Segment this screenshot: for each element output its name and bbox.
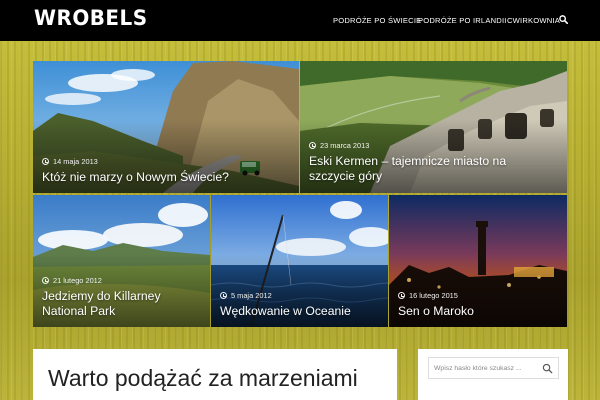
post-title-link[interactable]: Jedziemy do Killarney National Park <box>42 289 192 319</box>
nav-item-travel-ireland[interactable]: PODRÓŻE PO IRLANDII <box>418 16 507 25</box>
post-meta: 16 lutego 2015 Sen o Maroko <box>398 291 474 319</box>
search-input[interactable] <box>429 358 537 378</box>
post-title-link[interactable]: Któż nie marzy o Nowym Świecie? <box>42 170 229 185</box>
post-date: 14 maja 2013 <box>42 157 229 166</box>
clock-icon <box>398 292 405 299</box>
post-meta: 5 maja 2012 Wędkowanie w Oceanie <box>220 291 351 319</box>
clock-icon <box>42 277 49 284</box>
featured-post-tile[interactable]: 14 maja 2013 Któż nie marzy o Nowym Świe… <box>33 61 299 193</box>
main-content-card: Warto podążać za marzeniami <box>33 349 397 400</box>
page-title: Warto podążać za marzeniami <box>48 365 358 391</box>
featured-post-tile[interactable]: 23 marca 2013 Eski Kermen – tajemnicze m… <box>300 61 567 193</box>
post-date-text: 5 maja 2012 <box>231 291 272 300</box>
featured-post-tile[interactable]: 21 lutego 2012 Jedziemy do Killarney Nat… <box>33 195 210 327</box>
post-meta: 14 maja 2013 Któż nie marzy o Nowym Świe… <box>42 157 229 185</box>
post-title-link[interactable]: Sen o Maroko <box>398 304 474 319</box>
post-meta: 23 marca 2013 Eski Kermen – tajemnicze m… <box>309 141 529 184</box>
clock-icon <box>309 142 316 149</box>
post-date-text: 23 marca 2013 <box>320 141 370 150</box>
sidebar-widget <box>418 349 568 400</box>
clock-icon <box>220 292 227 299</box>
post-title-link[interactable]: Wędkowanie w Oceanie <box>220 304 351 319</box>
clock-icon <box>42 158 49 165</box>
site-logo[interactable]: WROBELS <box>34 6 148 30</box>
search-form <box>428 357 559 379</box>
post-date-text: 14 maja 2013 <box>53 157 98 166</box>
post-date: 5 maja 2012 <box>220 291 351 300</box>
search-icon[interactable] <box>559 15 568 24</box>
post-date-text: 16 lutego 2015 <box>409 291 458 300</box>
post-date: 16 lutego 2015 <box>398 291 474 300</box>
post-meta: 21 lutego 2012 Jedziemy do Killarney Nat… <box>42 276 192 319</box>
post-date: 21 lutego 2012 <box>42 276 192 285</box>
featured-post-tile[interactable]: 5 maja 2012 Wędkowanie w Oceanie <box>211 195 388 327</box>
post-date: 23 marca 2013 <box>309 141 529 150</box>
post-date-text: 21 lutego 2012 <box>53 276 102 285</box>
search-icon[interactable] <box>540 361 555 376</box>
post-title-link[interactable]: Eski Kermen – tajemnicze miasto na szczy… <box>309 154 529 184</box>
nav-item-travel-world[interactable]: PODRÓŻE PO ŚWIECIE <box>333 16 421 25</box>
nav-item-cwirkownia[interactable]: CWIRKOWNIA <box>507 16 560 25</box>
top-navigation-bar: WROBELS PODRÓŻE PO ŚWIECIE PODRÓŻE PO IR… <box>0 0 600 41</box>
featured-post-tile[interactable]: 16 lutego 2015 Sen o Maroko <box>389 195 567 327</box>
